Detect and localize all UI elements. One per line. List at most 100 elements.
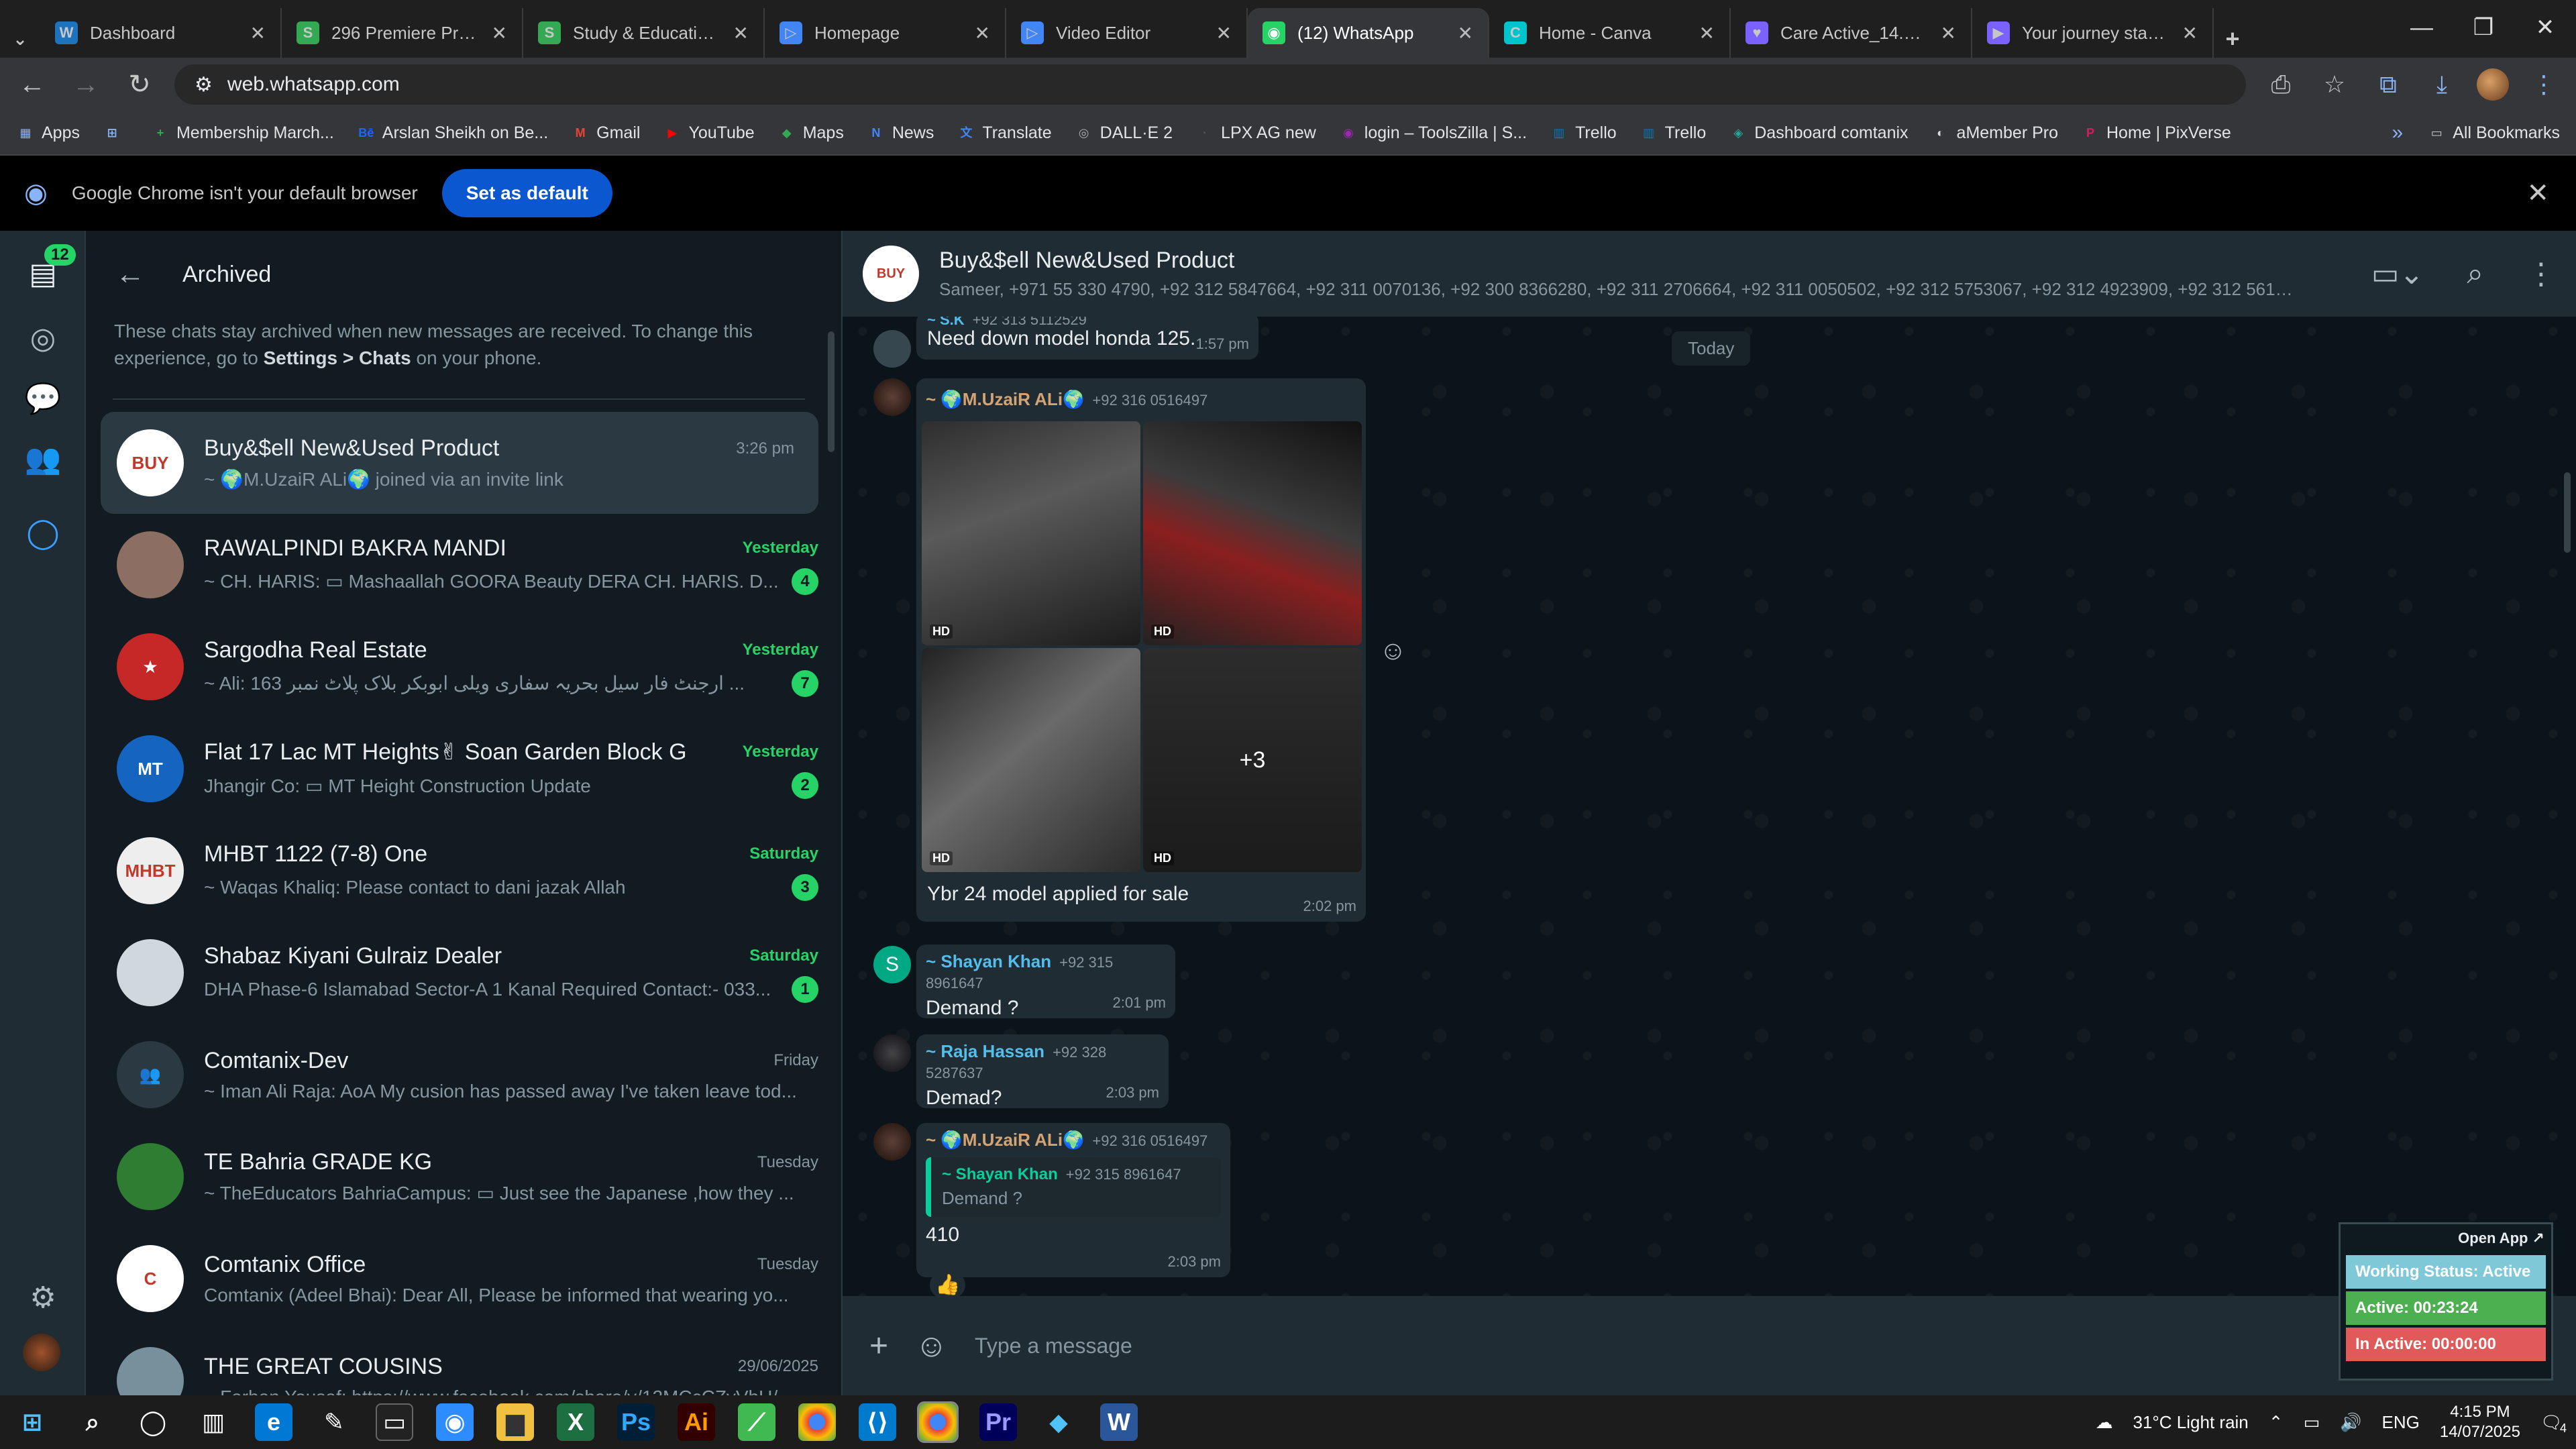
- clock[interactable]: 4:15 PM 14/07/2025: [2440, 1402, 2520, 1442]
- bookmark-item[interactable]: ▦ Apps: [16, 123, 80, 143]
- browser-tab[interactable]: C Home - Canva ✕: [1489, 8, 1731, 58]
- chat-list-item[interactable]: BUY Buy&$ell New&Used Product 3:26 pm ~ 🌍…: [101, 412, 818, 514]
- restore-button[interactable]: ❐: [2453, 0, 2514, 55]
- bookmark-item[interactable]: · LPX AG new: [1195, 123, 1316, 143]
- zoom-icon[interactable]: ◉: [436, 1403, 474, 1441]
- tab-close-icon[interactable]: ✕: [1458, 22, 1473, 44]
- search-icon[interactable]: ⌕: [2467, 257, 2483, 290]
- photo-motorcycle-tank[interactable]: HD: [1143, 421, 1362, 645]
- browser-tab[interactable]: S296 Premiere Pro Stu✕: [282, 8, 523, 58]
- tab-close-icon[interactable]: ✕: [250, 22, 266, 44]
- bookmark-item[interactable]: ▥ Trello: [1550, 123, 1617, 143]
- photo-motorcycle-front[interactable]: HD: [922, 421, 1140, 645]
- chat-list-item[interactable]: RAWALPINDI BAKRA MANDI Yesterday ~ CH. HA…: [86, 514, 841, 616]
- file-explorer-icon[interactable]: ▆: [496, 1403, 534, 1441]
- all-bookmarks[interactable]: ▭ All Bookmarks: [2427, 123, 2560, 143]
- terminal-icon[interactable]: ▭: [376, 1403, 413, 1441]
- tab-close-icon[interactable]: ✕: [1941, 22, 1956, 44]
- video-call-icon[interactable]: ▭⌄: [2371, 257, 2424, 291]
- bookmark-item[interactable]: ▶ YouTube: [663, 123, 755, 143]
- bookmark-item[interactable]: ◎ DALL·E 2: [1075, 123, 1173, 143]
- notifications-icon[interactable]: 🗨 4: [2540, 1412, 2567, 1435]
- tab-close-icon[interactable]: ✕: [2182, 22, 2198, 44]
- message-reaction[interactable]: 👍: [930, 1272, 966, 1298]
- bookmark-item[interactable]: ◈ Dashboard comtanix: [1729, 123, 1908, 143]
- chat-list-item[interactable]: MT Flat 17 Lac MT Heights✌ Soan Garden B…: [86, 718, 841, 820]
- chat-list-item[interactable]: TE Bahria GRADE KG Tuesday ~ TheEducators…: [86, 1126, 841, 1228]
- infobar-close-icon[interactable]: ✕: [2526, 178, 2549, 209]
- chrome-menu-icon[interactable]: ⋮: [2525, 66, 2563, 103]
- new-tab-button[interactable]: +: [2214, 20, 2251, 58]
- browser-tab[interactable]: ▶ Your journey starts h ✕: [1972, 8, 2214, 58]
- chrome-icon[interactable]: [798, 1403, 836, 1441]
- message-list[interactable]: Today ~ S.K +92 313 5112529 Need down mod…: [843, 311, 2576, 1298]
- task-view-icon[interactable]: ▥: [195, 1403, 232, 1441]
- close-window-button[interactable]: ✕: [2514, 0, 2576, 55]
- group-avatar[interactable]: BUY: [863, 246, 919, 302]
- open-app-link[interactable]: Open App ↗: [2341, 1224, 2551, 1252]
- browser-tab[interactable]: S Study & Education Sl ✕: [523, 8, 765, 58]
- back-button[interactable]: ←: [13, 70, 51, 100]
- network-icon[interactable]: ▭: [2304, 1412, 2320, 1433]
- attach-plus-icon[interactable]: +: [869, 1328, 888, 1364]
- back-arrow-icon[interactable]: ←: [115, 258, 145, 291]
- chat-list-item[interactable]: Shabaz Kiyani Gulraiz Dealer Saturday DHA…: [86, 922, 841, 1024]
- bookmark-item[interactable]: N News: [867, 123, 934, 143]
- forward-button[interactable]: →: [67, 70, 105, 100]
- chat-list-item[interactable]: C Comtanix Office Tuesday Comtanix (Adeel…: [86, 1228, 841, 1330]
- quoted-message[interactable]: ~ Shayan Khan +92 315 8961647 Demand ?: [926, 1157, 1221, 1217]
- sender-avatar[interactable]: [873, 1123, 911, 1161]
- windows-start-icon[interactable]: ⊞: [13, 1403, 51, 1441]
- sender-avatar[interactable]: [873, 330, 911, 368]
- cortana-icon[interactable]: ◯: [134, 1403, 172, 1441]
- bookmarks-overflow-icon[interactable]: »: [2392, 121, 2404, 144]
- volume-icon[interactable]: 🔊: [2340, 1412, 2361, 1433]
- bookmark-item[interactable]: + Membership March...: [151, 123, 334, 143]
- browser-tab[interactable]: ◉ (12) WhatsApp ✕: [1248, 8, 1489, 58]
- downloads-icon[interactable]: ⤓: [2423, 66, 2461, 103]
- weather-text[interactable]: 31°C Light rain: [2133, 1412, 2248, 1433]
- channels-icon[interactable]: 💬: [23, 378, 63, 419]
- bookmark-item[interactable]: ◐ aMember Pro: [1931, 123, 2058, 143]
- message-input[interactable]: Type a message: [975, 1334, 2481, 1358]
- browser-tab[interactable]: ▷ Homepage ✕: [765, 8, 1006, 58]
- set-default-button[interactable]: Set as default: [441, 169, 612, 217]
- status-icon[interactable]: ◎: [23, 318, 63, 358]
- pen-icon[interactable]: ✎: [315, 1403, 353, 1441]
- bookmark-item[interactable]: ◉ login – ToolsZilla | S...: [1339, 123, 1527, 143]
- sticker-icon[interactable]: ☺: [915, 1328, 948, 1364]
- profile-avatar-rail[interactable]: [23, 1334, 60, 1371]
- menu-kebab-icon[interactable]: ⋮: [2526, 257, 2556, 291]
- tab-close-icon[interactable]: ✕: [975, 22, 990, 44]
- bookmark-item[interactable]: ⊞: [103, 123, 128, 143]
- bookmark-item[interactable]: ▥ Trello: [1640, 123, 1706, 143]
- tray-overflow-icon[interactable]: ⌃: [2269, 1412, 2284, 1433]
- tab-search-chevron-icon[interactable]: ⌄: [0, 20, 40, 58]
- chat-list-scrollbar[interactable]: [828, 331, 835, 452]
- premiere-icon[interactable]: Pr: [979, 1403, 1017, 1441]
- bookmark-item[interactable]: ◆ Maps: [777, 123, 844, 143]
- minimize-button[interactable]: —: [2391, 0, 2453, 55]
- chat-list-item[interactable]: ★ Sargodha Real Estate Yesterday ~ Ali: ا…: [86, 616, 841, 718]
- sender-avatar[interactable]: [873, 378, 911, 416]
- conversation-header[interactable]: BUY Buy&$ell New&Used Product Sameer, +9…: [843, 231, 2576, 317]
- language-indicator[interactable]: ENG: [2382, 1412, 2420, 1433]
- browser-tab[interactable]: W Dashboard ✕: [40, 8, 282, 58]
- tab-close-icon[interactable]: ✕: [492, 22, 507, 44]
- chrome-active-icon[interactable]: [917, 1401, 959, 1443]
- search-icon[interactable]: ⌕: [74, 1403, 111, 1441]
- address-bar[interactable]: ⚙ web.whatsapp.com: [174, 64, 2246, 105]
- tab-close-icon[interactable]: ✕: [1216, 22, 1232, 44]
- illustrator-icon[interactable]: Ai: [678, 1403, 715, 1441]
- chat-list-item[interactable]: MHBT MHBT 1122 (7-8) One Saturday ~ Waqas…: [86, 820, 841, 922]
- message-scrollbar[interactable]: [2564, 472, 2571, 553]
- site-info-icon[interactable]: ⚙: [195, 73, 213, 97]
- app-diamond-icon[interactable]: ◆: [1040, 1403, 1077, 1441]
- photo-motorcycle-engine[interactable]: HD: [922, 648, 1140, 872]
- chat-list-item[interactable]: THE GREAT COUSINS 29/06/2025 ~ Farhan You…: [86, 1330, 841, 1395]
- profile-avatar[interactable]: [2477, 68, 2509, 101]
- app-green-icon[interactable]: ⟋: [738, 1403, 775, 1441]
- meta-ai-icon[interactable]: ◯: [23, 513, 63, 553]
- edge-icon[interactable]: e: [255, 1403, 292, 1441]
- react-emoji-icon[interactable]: ☺: [1379, 636, 1407, 666]
